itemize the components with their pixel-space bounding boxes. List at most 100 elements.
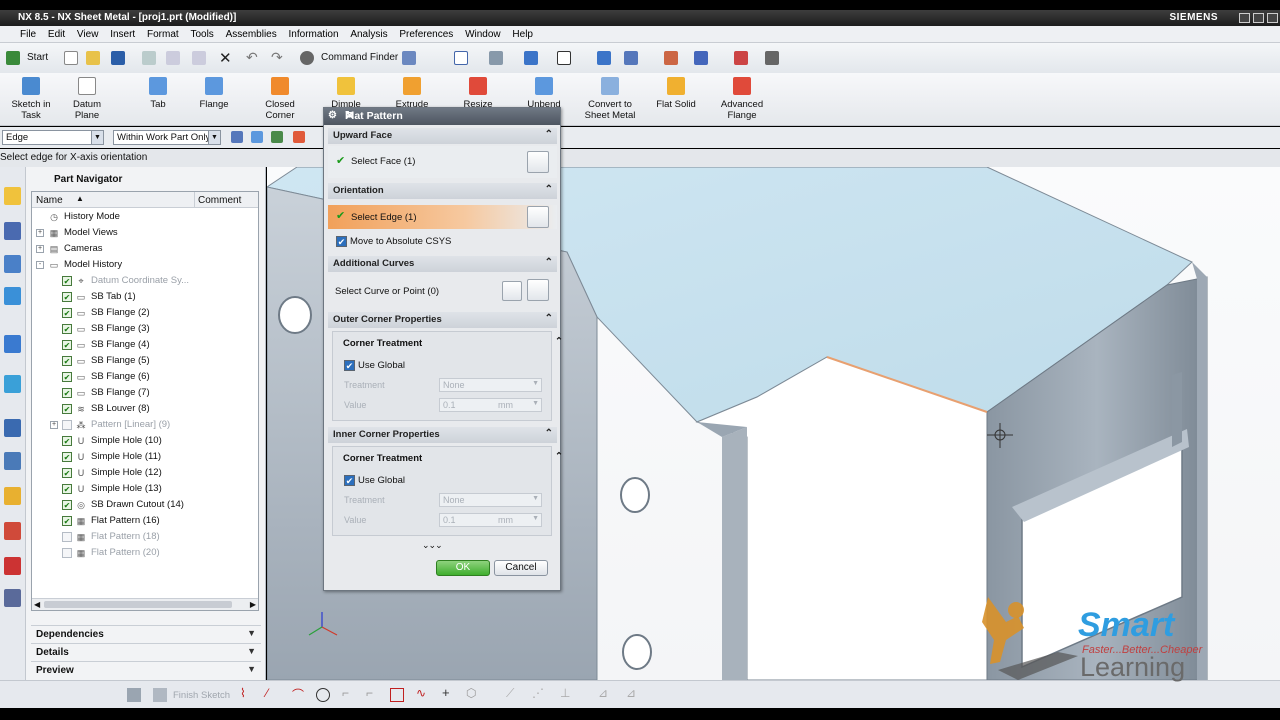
finish-sketch-label[interactable]: Finish Sketch [173,690,230,701]
feature-checkbox[interactable]: ✔ [62,436,72,446]
history-palette-icon[interactable] [4,375,21,393]
feature-checkbox[interactable] [62,420,72,430]
assembly-navigator-icon[interactable] [4,222,21,240]
tree-row[interactable]: ✔ ▭ SB Flange (4) [32,337,258,353]
snap-icon[interactable] [624,51,638,65]
offset-curve-icon[interactable]: ⟋ [506,686,520,700]
outer-corner-header[interactable]: Outer Corner Properties ⌃ [328,312,557,328]
tree-row[interactable]: ✔ ▭ SB Flange (5) [32,353,258,369]
process-studio-icon[interactable] [4,452,21,470]
ribbon-unbend[interactable]: Unbend [522,77,566,110]
system-materials-icon[interactable] [4,557,21,575]
sketch-tool-icon[interactable] [734,51,748,65]
feature-checkbox[interactable]: ✔ [62,516,72,526]
ribbon-resize[interactable]: Resize [456,77,500,110]
scope-filter-select[interactable]: Within Work Part Only ▼ [113,130,221,145]
command-finder-button[interactable]: Command Finder [321,52,398,63]
column-name[interactable]: Name [36,195,63,206]
polygon-icon[interactable]: ⬡ [466,686,480,700]
auto-dimension-icon[interactable]: ⊿ [626,686,640,700]
ribbon-closed-corner[interactable]: Closed Corner [256,77,304,121]
tree-row[interactable]: ✔ ▭ SB Tab (1) [32,289,258,305]
add-icon[interactable] [271,131,283,143]
tree-row[interactable]: ✔ ⌖ Datum Coordinate Sy... [32,273,258,289]
ribbon-flange[interactable]: Flange [192,77,236,110]
profile-icon[interactable]: ⌇ [240,686,254,700]
inner-corner-treatment-header[interactable]: Corner Treatment ⌃ [343,451,563,467]
wcs-icon[interactable] [597,51,611,65]
feature-checkbox[interactable]: ✔ [62,468,72,478]
expand-more-icon[interactable]: ⌄⌄⌄ [422,540,443,551]
ribbon-convert-to-sheet-metal[interactable]: Convert to Sheet Metal [580,77,640,121]
tree-row[interactable]: ▦ Flat Pattern (20) [32,545,258,561]
select-curve-row[interactable]: Select Curve or Point (0) [328,274,557,306]
inner-corner-header[interactable]: Inner Corner Properties ⌃ [328,427,557,443]
menu-format[interactable]: Format [147,29,179,40]
feature-checkbox[interactable]: ✔ [62,372,72,382]
tree-row[interactable]: ◷ History Mode [32,209,258,225]
snap-point-icon[interactable] [251,131,263,143]
expand-icon[interactable]: + [36,229,44,237]
copy-icon[interactable] [166,51,180,65]
tree-row[interactable]: + ⁂ Pattern [Linear] (9) [32,417,258,433]
preview-section[interactable]: Preview ▼ [31,661,261,678]
roles-icon[interactable] [4,487,21,505]
tree-row[interactable]: ✔ U Simple Hole (10) [32,433,258,449]
feature-checkbox[interactable] [62,532,72,542]
menu-assemblies[interactable]: Assemblies [226,29,277,40]
column-comment[interactable]: Comment [198,195,241,206]
circle-icon[interactable] [316,688,330,702]
part-navigator-icon[interactable] [4,187,21,205]
feature-checkbox[interactable]: ✔ [62,292,72,302]
feature-checkbox[interactable]: ✔ [62,484,72,494]
select-face-row[interactable]: ✔ Select Face (1) [328,146,557,178]
command-finder-icon[interactable] [300,51,314,65]
start-button[interactable]: Start [27,52,48,63]
new-icon[interactable] [64,51,78,65]
fillet-icon[interactable]: ⌐ [342,686,356,700]
arc-icon[interactable]: ⌒ [292,686,306,702]
tree-row[interactable]: ✔ U Simple Hole (13) [32,481,258,497]
start-icon[interactable] [6,51,20,65]
move-absolute-csys-row[interactable]: ✔ Move to Absolute CSYS [328,234,557,250]
details-section[interactable]: Details ▼ [31,643,261,660]
tree-row[interactable]: ✔ ▭ SB Flange (6) [32,369,258,385]
close-button[interactable] [1267,13,1278,23]
feature-checkbox[interactable]: ✔ [62,404,72,414]
paste-icon[interactable] [192,51,206,65]
feature-checkbox[interactable]: ✔ [62,324,72,334]
chamfer-icon[interactable]: ⌐ [366,686,380,700]
orientation-header[interactable]: Orientation ⌃ [328,183,557,199]
pattern-curve-icon[interactable]: ⋰ [532,686,546,700]
menu-help[interactable]: Help [512,29,533,40]
additional-curves-header[interactable]: Additional Curves ⌃ [328,256,557,272]
constraint-navigator-icon[interactable] [4,255,21,273]
scroll-thumb[interactable] [44,601,232,608]
delete-icon[interactable]: ✕ [219,49,232,67]
ribbon-tab[interactable]: Tab [136,77,180,110]
orient-view-icon[interactable] [524,51,538,65]
tree-row[interactable]: ▦ Flat Pattern (18) [32,529,258,545]
point-icon[interactable] [293,131,305,143]
cancel-button[interactable]: Cancel [494,560,548,576]
undo-icon[interactable]: ↶ [246,49,258,66]
curve-select-icon[interactable] [527,279,549,301]
upward-face-header[interactable]: Upward Face ⌃ [328,128,557,144]
menu-view[interactable]: View [77,29,99,40]
select-icon[interactable] [664,51,678,65]
menu-edit[interactable]: Edit [48,29,65,40]
cut-icon[interactable] [142,51,156,65]
clock-icon[interactable] [4,419,21,437]
menu-file[interactable]: File [20,29,36,40]
menu-insert[interactable]: Insert [110,29,135,40]
tree-row[interactable]: ✔ ▦ Flat Pattern (16) [32,513,258,529]
tree-row[interactable]: ✔ ▭ SB Flange (7) [32,385,258,401]
edge-select-icon[interactable] [527,206,549,228]
menu-analysis[interactable]: Analysis [350,29,387,40]
ribbon-flat-solid[interactable]: Flat Solid [650,77,702,110]
collapse-icon[interactable]: - [36,261,44,269]
redo-icon[interactable]: ↷ [271,49,283,66]
tree-row[interactable]: + ▤ Cameras [32,241,258,257]
face-select-icon[interactable] [527,151,549,173]
feature-checkbox[interactable]: ✔ [62,356,72,366]
